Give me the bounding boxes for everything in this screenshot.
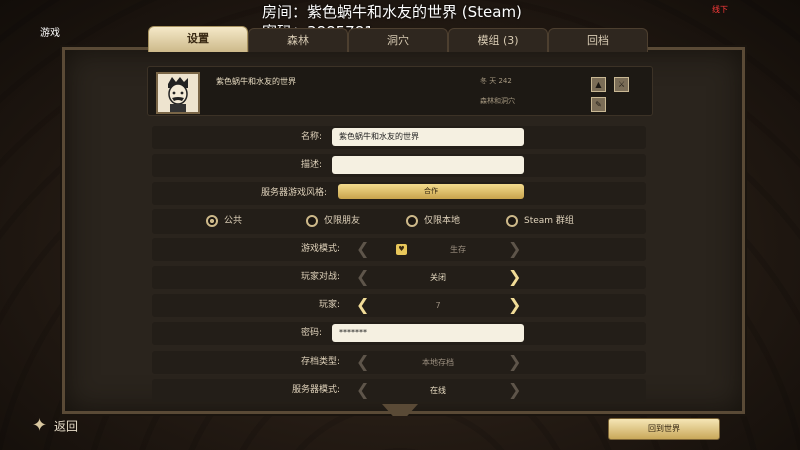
privacy-friends-radio[interactable]: 仅限朋友: [306, 213, 360, 229]
radio-selected-icon: [206, 214, 218, 227]
back-arrow-icon: ✦: [32, 415, 48, 436]
radio-icon: [506, 214, 518, 227]
save-type-value: 本地存档: [422, 358, 454, 367]
radio-icon: [406, 214, 418, 227]
header-icons: ▲ ⚔ ✎: [588, 72, 652, 112]
players-row: 玩家: ❮ 7 ❯: [152, 294, 646, 317]
tab-mods[interactable]: 模组 (3): [448, 28, 548, 52]
privacy-local-radio[interactable]: 仅限本地: [406, 213, 460, 229]
return-to-world-button[interactable]: 回到世界: [608, 418, 720, 440]
players-prev-arrow-icon[interactable]: ❮: [356, 295, 369, 315]
world-type: 森林和洞穴: [480, 97, 515, 105]
tab-bar: 设置 森林 洞穴 模组 (3) 回档: [148, 26, 648, 52]
save-type-prev-arrow-icon[interactable]: ❮: [356, 352, 369, 372]
description-label: 描述:: [300, 160, 322, 170]
privacy-steam-group-label: Steam 群组: [524, 216, 574, 226]
game-mode-value: 生存: [450, 245, 466, 254]
server-mode-row: 服务器模式: ❮ 在线 ❯: [152, 379, 646, 402]
privacy-steam-group-radio[interactable]: Steam 群组: [506, 213, 574, 229]
save-type-next-arrow-icon[interactable]: ❯: [508, 352, 521, 372]
privacy-local-label: 仅限本地: [424, 216, 461, 226]
save-type-label: 存档类型:: [300, 357, 340, 367]
status-label: 线下: [712, 5, 728, 14]
pvp-prev-arrow-icon[interactable]: ❮: [356, 267, 369, 287]
character-portrait-icon: [168, 77, 188, 112]
days-count: 冬 天 242: [480, 77, 512, 85]
password-input[interactable]: *******: [332, 324, 524, 342]
room-title-overlay: 房间：紫色蜗牛和水友的世界 (Steam): [262, 3, 522, 21]
game-style-label: 服务器游戏风格:: [260, 188, 327, 198]
back-label: 返回: [54, 419, 79, 434]
pvp-icon: ⚔: [614, 77, 630, 92]
tab-rollback[interactable]: 回档: [548, 28, 648, 52]
game-mode-next-arrow-icon[interactable]: ❯: [508, 239, 521, 259]
privacy-public-radio[interactable]: 公共: [206, 213, 242, 229]
password-label: 密码:: [300, 328, 322, 338]
avatar: [156, 72, 200, 114]
pvp-next-arrow-icon[interactable]: ❯: [508, 267, 521, 287]
privacy-options: 公共 仅限朋友 仅限本地 Steam 群组: [152, 209, 646, 234]
description-input[interactable]: [332, 156, 524, 174]
server-mode-prev-arrow-icon[interactable]: ❮: [356, 380, 369, 400]
world-header-card: 紫色蜗牛和水友的世界 冬 天 242 森林和洞穴 ▲ ⚔ ✎: [147, 66, 653, 116]
back-button[interactable]: ✦ 返回: [32, 416, 78, 438]
password-row: 密码: *******: [152, 322, 646, 345]
players-value: 7: [435, 301, 441, 310]
name-input[interactable]: 紫色蜗牛和水友的世界: [332, 128, 524, 146]
server-mode-value: 在线: [430, 386, 446, 395]
radio-icon: [306, 214, 318, 227]
name-row: 名称: 紫色蜗牛和水友的世界: [152, 126, 646, 149]
game-style-row: 服务器游戏风格: 合作: [152, 182, 646, 205]
players-next-arrow-icon[interactable]: ❯: [508, 295, 521, 315]
tab-settings[interactable]: 设置: [148, 26, 248, 52]
pvp-label: 玩家对战:: [300, 272, 340, 282]
game-mode-row: 游戏模式: ❮ ♥ 生存 ❯: [152, 238, 646, 261]
pvp-value: 关闭: [430, 273, 446, 282]
tab-forest[interactable]: 森林: [248, 28, 348, 52]
tab-caves[interactable]: 洞穴: [348, 28, 448, 52]
game-mode-label: 游戏模式:: [300, 244, 340, 254]
mod-icon: ✎: [591, 97, 606, 112]
game-style-button[interactable]: 合作: [338, 184, 524, 199]
survival-icon: ▲: [591, 77, 606, 92]
name-label: 名称:: [300, 132, 322, 142]
server-name: 紫色蜗牛和水友的世界: [216, 77, 296, 86]
server-mode-next-arrow-icon[interactable]: ❯: [508, 380, 521, 400]
save-type-row: 存档类型: ❮ 本地存档 ❯: [152, 351, 646, 374]
privacy-friends-label: 仅限朋友: [324, 216, 361, 226]
description-row: 描述:: [152, 154, 646, 177]
pvp-row: 玩家对战: ❮ 关闭 ❯: [152, 266, 646, 289]
players-label: 玩家:: [318, 300, 340, 310]
game-label: 游戏: [40, 28, 60, 39]
game-mode-prev-arrow-icon[interactable]: ❮: [356, 239, 369, 259]
server-mode-label: 服务器模式:: [291, 385, 340, 395]
privacy-public-label: 公共: [224, 216, 243, 226]
